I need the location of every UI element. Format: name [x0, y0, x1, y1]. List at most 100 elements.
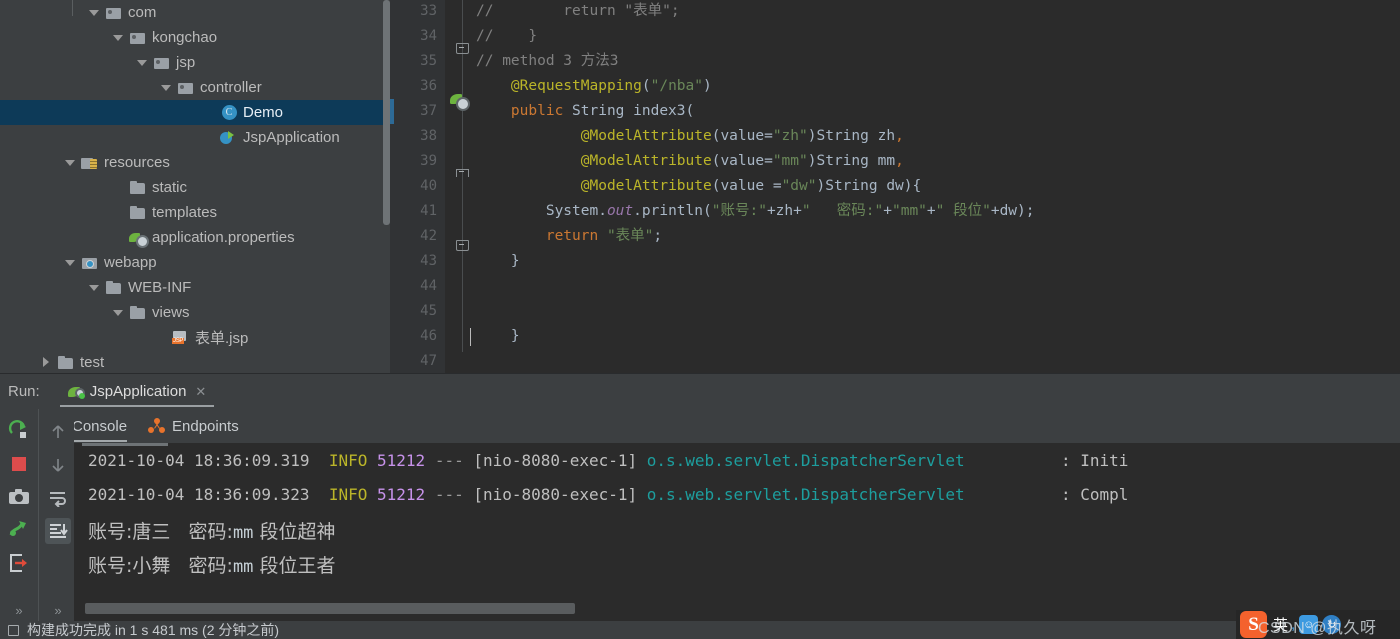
- project-tool-window[interactable]: com kongchao jsp controller C Demo JspApplicat…: [0, 0, 390, 374]
- chevron-down-icon[interactable]: [112, 31, 125, 44]
- log-token: ---: [434, 451, 464, 470]
- editor-pane[interactable]: 33 34 35 36 37 38 39 40 41 42 43 44 45 46 47 // return…: [390, 0, 1400, 374]
- code-line[interactable]: // return "表单";: [476, 0, 680, 24]
- program-output-line: 账号:唐三 密码:mm 段位超神: [88, 517, 335, 544]
- tree-item-test[interactable]: test: [0, 350, 390, 374]
- code-token: index3: [633, 103, 686, 119]
- ime-emoji-icon[interactable]: ☺: [1299, 615, 1319, 634]
- sogou-logo-icon: S: [1240, 611, 1267, 638]
- log-token: 51212: [377, 451, 426, 470]
- code-line[interactable]: @ModelAttribute(value="zh")String zh,: [476, 124, 904, 149]
- tree-item-label: resources: [104, 154, 170, 171]
- log-token: 51212: [377, 485, 426, 504]
- chevron-down-icon[interactable]: [64, 256, 77, 269]
- tree-item-static[interactable]: static: [0, 175, 390, 200]
- project-tree-list[interactable]: com kongchao jsp controller C Demo JspApplicat…: [0, 0, 390, 374]
- scroll-to-end-icon[interactable]: [45, 518, 71, 544]
- code-line[interactable]: @RequestMapping("/nba"): [476, 74, 712, 99]
- tree-item-webapp[interactable]: webapp: [0, 250, 390, 275]
- chevron-down-icon[interactable]: [88, 281, 101, 294]
- tree-item-templates[interactable]: templates: [0, 200, 390, 225]
- console-output[interactable]: 2021-10-04 18:36:09.319 INFO 51212 --- […: [74, 443, 1400, 621]
- tree-item-controller[interactable]: controller: [0, 75, 390, 100]
- console-left-toolbar: »: [38, 409, 74, 621]
- code-line[interactable]: System.out.println("账号:"+zh+" 密码:"+"mm"+…: [476, 199, 1035, 224]
- log-token: 2021-10-04 18:36:09.319: [88, 451, 329, 470]
- chevron-right-icon[interactable]: [40, 356, 53, 369]
- fold-marker-icon[interactable]: [456, 43, 469, 56]
- arrow-up-icon[interactable]: [45, 419, 71, 445]
- code-token: "表单": [606, 228, 654, 244]
- code-line[interactable]: @ModelAttribute(value ="dw")String dw){: [476, 174, 921, 199]
- rerun-button[interactable]: [6, 418, 32, 444]
- resume-icon[interactable]: [6, 517, 32, 543]
- exit-icon[interactable]: [6, 550, 32, 576]
- log-token: [464, 485, 474, 504]
- fold-marker-icon[interactable]: [456, 240, 469, 253]
- console-horizontal-scrollbar[interactable]: [85, 603, 575, 614]
- sidebar-vertical-scrollbar[interactable]: [383, 0, 390, 225]
- tab-endpoints[interactable]: Endpoints: [148, 409, 239, 443]
- spring-bean-gutter-icon[interactable]: [450, 92, 470, 111]
- chevron-down-icon[interactable]: [64, 156, 77, 169]
- code-token: " 密码:": [801, 203, 884, 219]
- close-icon[interactable]: ✕: [195, 385, 206, 398]
- log-token: INFO: [328, 485, 368, 504]
- tree-item-WEB-INF[interactable]: WEB-INF: [0, 275, 390, 300]
- tab-endpoints-label: Endpoints: [172, 417, 239, 435]
- folder-icon: [105, 280, 123, 296]
- chevron-down-icon[interactable]: [160, 81, 173, 94]
- tree-item-views[interactable]: views: [0, 300, 390, 325]
- stop-button[interactable]: [6, 451, 32, 477]
- log-token: ---: [434, 485, 464, 504]
- code-token: out: [606, 203, 634, 219]
- line-number: 46: [420, 328, 437, 344]
- ime-toolbar[interactable]: S 英 , ☺ ↻: [1236, 610, 1400, 639]
- tree-item-application.properties[interactable]: application.properties: [0, 225, 390, 250]
- ime-menu-icon[interactable]: ↻: [1322, 615, 1342, 634]
- fold-marker-icon[interactable]: [456, 168, 469, 181]
- code-token: (: [685, 103, 695, 119]
- editor-gutter[interactable]: 33 34 35 36 37 38 39 40 41 42 43 44 45 46 47: [390, 0, 445, 374]
- output-token: 段位王者: [253, 555, 336, 577]
- output-token: mm: [232, 523, 254, 543]
- code-line[interactable]: @ModelAttribute(value="mm")String mm,: [476, 149, 904, 174]
- tree-item-label: 表单.jsp: [195, 330, 249, 347]
- arrow-spacer: [203, 131, 216, 144]
- tree-item-kongchao[interactable]: kongchao: [0, 25, 390, 50]
- tree-item-.jsp[interactable]: 表单.jsp: [0, 325, 390, 350]
- code-token: public: [510, 103, 573, 119]
- ime-punctuation-toggle[interactable]: ,: [1291, 616, 1295, 633]
- code-line[interactable]: }: [476, 324, 520, 349]
- chevron-down-icon[interactable]: [112, 306, 125, 319]
- chevron-down-icon[interactable]: [136, 56, 149, 69]
- line-number: 42: [420, 228, 437, 244]
- code-line[interactable]: // method 3 方法3: [476, 49, 619, 74]
- arrow-down-icon[interactable]: [45, 452, 71, 478]
- tree-item-Demo[interactable]: C Demo: [0, 100, 390, 125]
- line-number: 45: [420, 303, 437, 319]
- code-line[interactable]: public String index3(: [476, 99, 694, 124]
- soft-wrap-icon[interactable]: [45, 485, 71, 511]
- package-folder-icon: [177, 80, 195, 96]
- tree-item-JspApplication[interactable]: JspApplication: [0, 125, 390, 150]
- code-token: .println(: [633, 203, 712, 219]
- code-line[interactable]: // }: [476, 24, 537, 49]
- run-configuration-tab[interactable]: JspApplication ✕: [59, 374, 215, 409]
- camera-icon[interactable]: [6, 484, 32, 510]
- tree-item-label: WEB-INF: [128, 279, 192, 296]
- tree-item-resources[interactable]: resources: [0, 150, 390, 175]
- console-log-line: 2021-10-04 18:36:09.319 INFO 51212 --- […: [88, 451, 1128, 470]
- ime-mode-label[interactable]: 英: [1273, 614, 1288, 635]
- tree-item-com[interactable]: com: [0, 0, 390, 25]
- chevron-down-icon[interactable]: [88, 6, 101, 19]
- tree-item-label: controller: [200, 79, 262, 96]
- log-token: [367, 485, 377, 504]
- spring-boot-run-icon: [220, 130, 238, 146]
- code-line[interactable]: return "表单";: [476, 224, 662, 249]
- code-token: +zh+: [766, 203, 802, 219]
- build-icon: [8, 624, 19, 636]
- tree-item-jsp[interactable]: jsp: [0, 50, 390, 75]
- code-line[interactable]: }: [476, 249, 520, 274]
